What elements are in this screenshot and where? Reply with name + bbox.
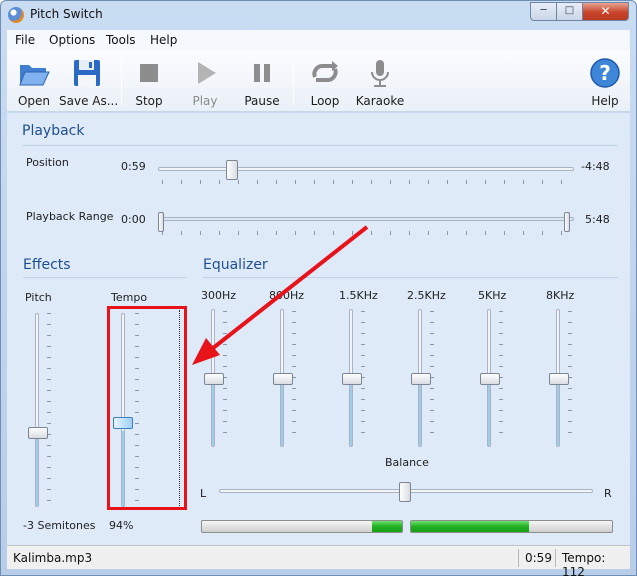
svg-text:?: ? <box>599 61 611 85</box>
equalizer-title: Equalizer <box>203 257 268 273</box>
title-bar[interactable]: Pitch Switch ─ □ ✕ <box>1 1 636 29</box>
pause-button[interactable]: Pause <box>241 55 283 109</box>
pitch-label: Pitch <box>25 291 52 304</box>
toolbar-separator <box>121 59 122 105</box>
help-question-icon: ? <box>590 58 620 88</box>
effects-divider <box>23 277 187 278</box>
eq-1-5khz-fill <box>350 379 352 446</box>
folder-open-icon <box>19 65 50 86</box>
playback-title: Playback <box>22 123 85 139</box>
status-bar: Kalimba.mp3 0:59 Tempo: 112 <box>7 545 630 579</box>
eq-8khz-thumb[interactable] <box>549 373 569 385</box>
status-time: 0:59 <box>525 551 552 565</box>
pitch-slider-ticks <box>47 313 51 505</box>
position-slider-track[interactable] <box>158 167 574 171</box>
status-tempo: Tempo: 112 <box>562 551 606 579</box>
playback-range-track[interactable] <box>158 217 574 221</box>
close-button[interactable]: ✕ <box>582 2 629 21</box>
eq-band-1-5khz-label: 1.5KHz <box>339 289 378 302</box>
toolbar: Open Save As... Stop Play Pause Loop Kar… <box>7 51 630 112</box>
eq-2-5khz-fill <box>419 379 421 446</box>
karaoke-button[interactable]: Karaoke <box>355 55 405 109</box>
main-panel: Playback Position 0:59 -4:48 Playback Ra… <box>7 113 630 545</box>
loop-button[interactable]: Loop <box>305 55 345 109</box>
range-end-handle[interactable] <box>564 212 570 232</box>
balance-label: Balance <box>385 456 429 469</box>
window-title: Pitch Switch <box>30 7 103 21</box>
eq-band-5khz-label: 5KHz <box>478 289 507 302</box>
equalizer-divider <box>203 277 618 278</box>
menu-bar: File Options Tools Help <box>7 30 630 51</box>
floppy-disk-icon <box>74 60 100 86</box>
eq-1-5khz-thumb[interactable] <box>342 373 362 385</box>
help-button[interactable]: ? Help <box>587 55 623 109</box>
menu-options[interactable]: Options <box>49 33 95 47</box>
level-meter-left <box>201 520 403 533</box>
tempo-label: Tempo <box>111 291 148 304</box>
tempo-value: 94% <box>109 519 134 532</box>
eq-800hz-fill <box>281 379 283 446</box>
pause-icon <box>254 64 270 82</box>
toolbar-separator <box>293 59 294 105</box>
status-file-name: Kalimba.mp3 <box>13 551 93 565</box>
playback-range-label: Playback Range <box>26 210 114 223</box>
range-start-time: 0:00 <box>121 213 146 226</box>
eq-300hz-thumb[interactable] <box>204 373 224 385</box>
open-button[interactable]: Open <box>13 55 55 109</box>
play-icon <box>198 62 216 84</box>
pitch-slider-fill <box>36 439 38 506</box>
level-meter-right <box>410 520 613 533</box>
eq-band-8khz-label: 8KHz <box>546 289 575 302</box>
eq-band-300hz-label: 300Hz <box>201 289 237 302</box>
eq-800hz-thumb[interactable] <box>273 373 293 385</box>
play-button[interactable]: Play <box>187 55 223 109</box>
app-window: Pitch Switch ─ □ ✕ File Options Tools He… <box>0 0 637 579</box>
menu-file[interactable]: File <box>15 33 35 47</box>
balance-left-label: L <box>200 487 207 500</box>
playback-divider <box>22 145 618 146</box>
position-slider-ticks <box>162 180 572 184</box>
minimize-button[interactable]: ─ <box>530 2 557 21</box>
eq-300hz-fill <box>212 379 214 446</box>
menu-tools[interactable]: Tools <box>106 33 136 47</box>
app-icon <box>8 7 24 23</box>
level-meter-right-fill <box>411 521 529 532</box>
status-separator <box>518 549 519 567</box>
annotation-highlight-box <box>107 306 187 510</box>
playback-range-ticks <box>162 231 572 235</box>
stop-button[interactable]: Stop <box>131 55 167 109</box>
range-start-handle[interactable] <box>158 212 164 232</box>
pitch-slider-thumb[interactable] <box>28 427 48 439</box>
loop-icon <box>312 61 338 82</box>
eq-band-800hz-label: 800Hz <box>269 289 305 302</box>
balance-slider-thumb[interactable] <box>399 482 411 502</box>
pitch-value: -3 Semitones <box>23 519 96 532</box>
range-end-time: 5:48 <box>585 213 610 226</box>
eq-5khz-thumb[interactable] <box>480 373 500 385</box>
eq-8khz-fill <box>557 379 559 446</box>
position-slider-thumb[interactable] <box>226 160 238 180</box>
eq-band-2-5khz-label: 2.5KHz <box>407 289 446 302</box>
balance-right-label: R <box>604 487 612 500</box>
status-separator <box>555 549 556 567</box>
level-meter-left-fill <box>372 521 402 532</box>
position-remaining: -4:48 <box>581 160 610 173</box>
focus-dotted-line <box>179 310 180 506</box>
microphone-icon <box>371 60 389 87</box>
eq-5khz-fill <box>488 379 490 446</box>
stop-icon <box>140 64 158 82</box>
position-label: Position <box>26 156 69 169</box>
position-time: 0:59 <box>121 160 146 173</box>
maximize-button[interactable]: □ <box>556 2 583 21</box>
eq-2-5khz-thumb[interactable] <box>411 373 431 385</box>
save-as-button[interactable]: Save As... <box>59 55 118 109</box>
effects-title: Effects <box>23 257 71 273</box>
menu-help[interactable]: Help <box>150 33 177 47</box>
